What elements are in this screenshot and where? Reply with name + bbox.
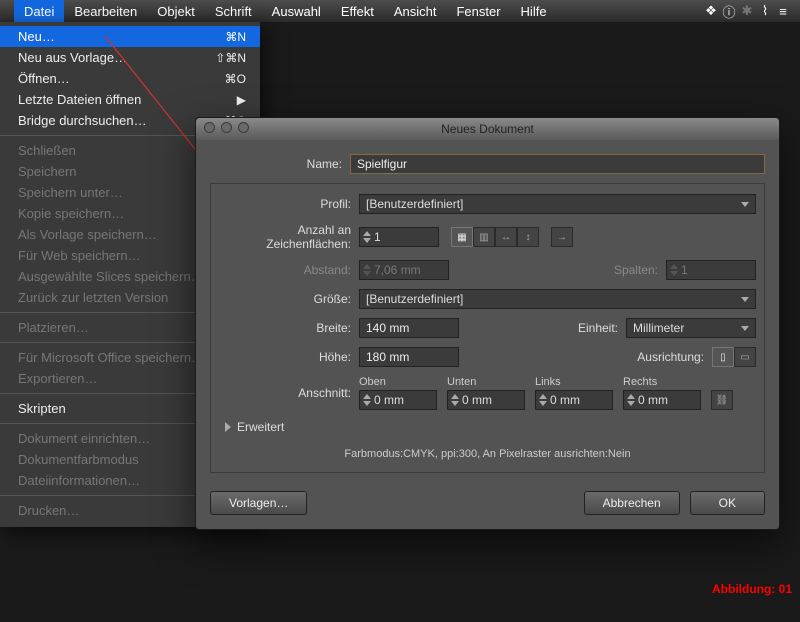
bleed-top-label: Oben (359, 376, 437, 388)
new-document-dialog: Neues Dokument Name: Profil: [Benutzerde… (195, 117, 780, 530)
link-bleed-icon[interactable]: ⛓ (711, 390, 733, 410)
dialog-title: Neues Dokument (441, 122, 534, 136)
menu-ansicht[interactable]: Ansicht (384, 0, 447, 22)
mode-summary: Farbmodus:CMYK, ppi:300, An Pixelraster … (219, 448, 756, 460)
chevron-down-icon (741, 326, 749, 331)
bleed-bottom-label: Unten (447, 376, 525, 388)
spacing-stepper: 7,06 mm (359, 260, 449, 280)
bleed-label: Anschnitt: (219, 386, 359, 400)
profile-label: Profil: (219, 197, 359, 211)
bleed-left-label: Links (535, 376, 613, 388)
name-field[interactable] (350, 154, 765, 174)
artboards-label: Anzahl an Zeichenflächen: (219, 223, 359, 251)
ok-button[interactable]: OK (690, 491, 765, 515)
menu-schrift[interactable]: Schrift (205, 0, 262, 22)
columns-label: Spalten: (614, 263, 666, 277)
cancel-button[interactable]: Abbrechen (584, 491, 680, 515)
wifi-icon[interactable]: ⌇ (756, 3, 774, 19)
figure-caption: Abbildung: 01 (712, 582, 792, 596)
chevron-down-icon (741, 297, 749, 302)
dialog-titlebar: Neues Dokument (196, 118, 779, 140)
bleed-bottom-stepper[interactable]: 0 mm (447, 390, 525, 410)
artboards-stepper[interactable]: 1 (359, 227, 439, 247)
orientation-landscape-icon[interactable]: ▭ (734, 347, 756, 367)
menu-fenster[interactable]: Fenster (446, 0, 510, 22)
menuitem-neu[interactable]: Neu…⌘N (0, 26, 260, 47)
width-label: Breite: (219, 321, 359, 335)
width-field[interactable] (359, 318, 459, 338)
arrange-grid-col-icon[interactable]: ▥ (473, 227, 495, 247)
bluetooth-icon[interactable]: ✱ (738, 3, 756, 19)
height-label: Höhe: (219, 350, 359, 364)
bleed-left-stepper[interactable]: 0 mm (535, 390, 613, 410)
bleed-top-stepper[interactable]: 0 mm (359, 390, 437, 410)
spacing-label: Abstand: (219, 263, 359, 277)
size-select[interactable]: [Benutzerdefiniert] (359, 289, 756, 309)
direction-icon[interactable]: → (551, 227, 573, 247)
menuitem-neu-vorlage[interactable]: Neu aus Vorlage…⇧⌘N (0, 47, 260, 68)
disclosure-triangle-icon (225, 422, 231, 432)
sync-icon[interactable]: ❖ (702, 3, 720, 19)
info-icon[interactable]: ⓘ (720, 2, 738, 21)
bleed-right-label: Rechts (623, 376, 701, 388)
name-label: Name: (210, 157, 350, 171)
bleed-right-stepper[interactable]: 0 mm (623, 390, 701, 410)
chevron-down-icon (741, 202, 749, 207)
apple-menu[interactable] (0, 0, 14, 22)
menubar: Datei Bearbeiten Objekt Schrift Auswahl … (0, 0, 800, 22)
size-label: Größe: (219, 292, 359, 306)
orientation-portrait-icon[interactable]: ▯ (712, 347, 734, 367)
menuitem-letzte[interactable]: Letzte Dateien öffnen▶ (0, 89, 260, 110)
templates-button[interactable]: Vorlagen… (210, 491, 307, 515)
settings-panel: Profil: [Benutzerdefiniert] Anzahl an Ze… (210, 183, 765, 473)
menu-effekt[interactable]: Effekt (331, 0, 384, 22)
menu-icon[interactable]: ≡ (774, 4, 792, 19)
unit-select[interactable]: Millimeter (626, 318, 756, 338)
traffic-lights[interactable] (204, 122, 249, 133)
arrange-grid-row-icon[interactable]: ▦ (451, 227, 473, 247)
menu-hilfe[interactable]: Hilfe (511, 0, 557, 22)
menu-datei[interactable]: Datei (14, 0, 64, 22)
arrange-col-icon[interactable]: ↕ (517, 227, 539, 247)
columns-stepper: 1 (666, 260, 756, 280)
menu-bearbeiten[interactable]: Bearbeiten (64, 0, 147, 22)
unit-label: Einheit: (578, 321, 626, 335)
menu-objekt[interactable]: Objekt (147, 0, 205, 22)
profile-select[interactable]: [Benutzerdefiniert] (359, 194, 756, 214)
advanced-toggle[interactable]: Erweitert (225, 420, 756, 434)
menuitem-oeffnen[interactable]: Öffnen…⌘O (0, 68, 260, 89)
menu-auswahl[interactable]: Auswahl (262, 0, 331, 22)
orientation-label: Ausrichtung: (637, 350, 712, 364)
arrange-row-icon[interactable]: ↔ (495, 227, 517, 247)
height-field[interactable] (359, 347, 459, 367)
